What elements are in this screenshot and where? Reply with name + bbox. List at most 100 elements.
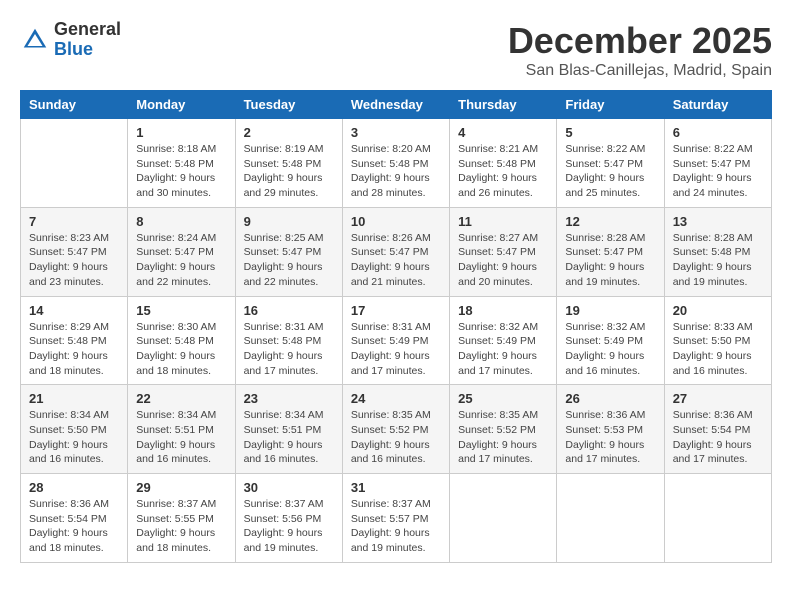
table-row (664, 474, 771, 563)
day-number: 1 (136, 125, 226, 140)
logo-line2: Blue (54, 40, 121, 60)
table-row: 15Sunrise: 8:30 AM Sunset: 5:48 PM Dayli… (128, 296, 235, 385)
day-info: Sunrise: 8:28 AM Sunset: 5:48 PM Dayligh… (673, 231, 763, 290)
table-row: 3 Sunrise: 8:20 AM Sunset: 5:48 PM Daylig… (342, 119, 449, 208)
col-monday: Monday (128, 91, 235, 119)
day-info: Sunrise: 8:22 AM Sunset: 5:47 PM Dayligh… (673, 142, 763, 201)
table-row: 2 Sunrise: 8:19 AM Sunset: 5:48 PM Daylig… (235, 119, 342, 208)
table-row: 24 Sunrise: 8:35 AM Sunset: 5:52 PM Dayli… (342, 385, 449, 474)
header: General Blue December 2025 San Blas-Cani… (20, 20, 772, 80)
table-row: 30Sunrise: 8:37 AM Sunset: 5:56 PM Dayli… (235, 474, 342, 563)
day-info: Sunrise: 8:31 AM Sunset: 5:49 PM Dayligh… (351, 320, 441, 379)
table-row: 25Sunrise: 8:35 AM Sunset: 5:52 PM Dayli… (450, 385, 557, 474)
day-number: 4 (458, 125, 548, 140)
table-row: 18 Sunrise: 8:32 AM Sunset: 5:49 PM Dayli… (450, 296, 557, 385)
day-info: Sunrise: 8:36 AM Sunset: 5:54 PM Dayligh… (673, 408, 763, 467)
day-number: 24 (351, 391, 441, 406)
day-number: 29 (136, 480, 226, 495)
day-number: 31 (351, 480, 441, 495)
day-info: Sunrise: 8:37 AM Sunset: 5:57 PM Dayligh… (351, 497, 441, 556)
calendar-week-row: 14 Sunrise: 8:29 AM Sunset: 5:48 PM Dayli… (21, 296, 772, 385)
day-info: Sunrise: 8:31 AM Sunset: 5:48 PM Dayligh… (244, 320, 334, 379)
day-number: 2 (244, 125, 334, 140)
day-number: 28 (29, 480, 119, 495)
day-info: Sunrise: 8:32 AM Sunset: 5:49 PM Dayligh… (565, 320, 655, 379)
day-number: 26 (565, 391, 655, 406)
col-saturday: Saturday (664, 91, 771, 119)
day-info: Sunrise: 8:23 AM Sunset: 5:47 PM Dayligh… (29, 231, 119, 290)
table-row: 6 Sunrise: 8:22 AM Sunset: 5:47 PM Daylig… (664, 119, 771, 208)
day-number: 22 (136, 391, 226, 406)
col-tuesday: Tuesday (235, 91, 342, 119)
table-row: 21 Sunrise: 8:34 AM Sunset: 5:50 PM Dayli… (21, 385, 128, 474)
day-number: 9 (244, 214, 334, 229)
day-info: Sunrise: 8:29 AM Sunset: 5:48 PM Dayligh… (29, 320, 119, 379)
table-row: 1Sunrise: 8:18 AM Sunset: 5:48 PM Daylig… (128, 119, 235, 208)
col-friday: Friday (557, 91, 664, 119)
day-number: 25 (458, 391, 548, 406)
day-info: Sunrise: 8:37 AM Sunset: 5:55 PM Dayligh… (136, 497, 226, 556)
day-number: 20 (673, 303, 763, 318)
table-row: 16Sunrise: 8:31 AM Sunset: 5:48 PM Dayli… (235, 296, 342, 385)
table-row: 7 Sunrise: 8:23 AM Sunset: 5:47 PM Daylig… (21, 207, 128, 296)
day-number: 3 (351, 125, 441, 140)
col-wednesday: Wednesday (342, 91, 449, 119)
location-subtitle: San Blas-Canillejas, Madrid, Spain (508, 62, 772, 80)
title-block: December 2025 San Blas-Canillejas, Madri… (508, 20, 772, 80)
day-info: Sunrise: 8:19 AM Sunset: 5:48 PM Dayligh… (244, 142, 334, 201)
col-sunday: Sunday (21, 91, 128, 119)
calendar-week-row: 1Sunrise: 8:18 AM Sunset: 5:48 PM Daylig… (21, 119, 772, 208)
day-info: Sunrise: 8:35 AM Sunset: 5:52 PM Dayligh… (351, 408, 441, 467)
table-row: 26 Sunrise: 8:36 AM Sunset: 5:53 PM Dayli… (557, 385, 664, 474)
day-number: 8 (136, 214, 226, 229)
day-info: Sunrise: 8:34 AM Sunset: 5:51 PM Dayligh… (136, 408, 226, 467)
day-info: Sunrise: 8:21 AM Sunset: 5:48 PM Dayligh… (458, 142, 548, 201)
calendar-header-row: Sunday Monday Tuesday Wednesday Thursday… (21, 91, 772, 119)
day-number: 7 (29, 214, 119, 229)
day-number: 23 (244, 391, 334, 406)
day-info: Sunrise: 8:34 AM Sunset: 5:50 PM Dayligh… (29, 408, 119, 467)
logo-icon (20, 25, 50, 55)
day-info: Sunrise: 8:20 AM Sunset: 5:48 PM Dayligh… (351, 142, 441, 201)
day-info: Sunrise: 8:36 AM Sunset: 5:53 PM Dayligh… (565, 408, 655, 467)
table-row: 11 Sunrise: 8:27 AM Sunset: 5:47 PM Dayli… (450, 207, 557, 296)
table-row (21, 119, 128, 208)
day-number: 27 (673, 391, 763, 406)
table-row: 5Sunrise: 8:22 AM Sunset: 5:47 PM Daylig… (557, 119, 664, 208)
day-number: 6 (673, 125, 763, 140)
day-number: 21 (29, 391, 119, 406)
day-info: Sunrise: 8:32 AM Sunset: 5:49 PM Dayligh… (458, 320, 548, 379)
calendar-week-row: 28 Sunrise: 8:36 AM Sunset: 5:54 PM Dayli… (21, 474, 772, 563)
table-row: 27 Sunrise: 8:36 AM Sunset: 5:54 PM Dayli… (664, 385, 771, 474)
day-number: 12 (565, 214, 655, 229)
day-info: Sunrise: 8:22 AM Sunset: 5:47 PM Dayligh… (565, 142, 655, 201)
day-info: Sunrise: 8:28 AM Sunset: 5:47 PM Dayligh… (565, 231, 655, 290)
calendar-table: Sunday Monday Tuesday Wednesday Thursday… (20, 90, 772, 563)
table-row: 31 Sunrise: 8:37 AM Sunset: 5:57 PM Dayli… (342, 474, 449, 563)
table-row: 8 Sunrise: 8:24 AM Sunset: 5:47 PM Daylig… (128, 207, 235, 296)
table-row: 9Sunrise: 8:25 AM Sunset: 5:47 PM Daylig… (235, 207, 342, 296)
day-number: 17 (351, 303, 441, 318)
day-number: 19 (565, 303, 655, 318)
day-info: Sunrise: 8:27 AM Sunset: 5:47 PM Dayligh… (458, 231, 548, 290)
table-row: 12 Sunrise: 8:28 AM Sunset: 5:47 PM Dayli… (557, 207, 664, 296)
day-info: Sunrise: 8:36 AM Sunset: 5:54 PM Dayligh… (29, 497, 119, 556)
logo-line1: General (54, 20, 121, 40)
day-info: Sunrise: 8:37 AM Sunset: 5:56 PM Dayligh… (244, 497, 334, 556)
day-number: 14 (29, 303, 119, 318)
table-row: 19 Sunrise: 8:32 AM Sunset: 5:49 PM Dayli… (557, 296, 664, 385)
table-row: 28 Sunrise: 8:36 AM Sunset: 5:54 PM Dayli… (21, 474, 128, 563)
table-row: 20Sunrise: 8:33 AM Sunset: 5:50 PM Dayli… (664, 296, 771, 385)
table-row (557, 474, 664, 563)
table-row (450, 474, 557, 563)
logo: General Blue (20, 20, 121, 60)
table-row: 13Sunrise: 8:28 AM Sunset: 5:48 PM Dayli… (664, 207, 771, 296)
day-number: 11 (458, 214, 548, 229)
day-info: Sunrise: 8:34 AM Sunset: 5:51 PM Dayligh… (244, 408, 334, 467)
calendar-week-row: 7 Sunrise: 8:23 AM Sunset: 5:47 PM Daylig… (21, 207, 772, 296)
col-thursday: Thursday (450, 91, 557, 119)
day-number: 18 (458, 303, 548, 318)
day-info: Sunrise: 8:24 AM Sunset: 5:47 PM Dayligh… (136, 231, 226, 290)
table-row: 22 Sunrise: 8:34 AM Sunset: 5:51 PM Dayli… (128, 385, 235, 474)
table-row: 23 Sunrise: 8:34 AM Sunset: 5:51 PM Dayli… (235, 385, 342, 474)
